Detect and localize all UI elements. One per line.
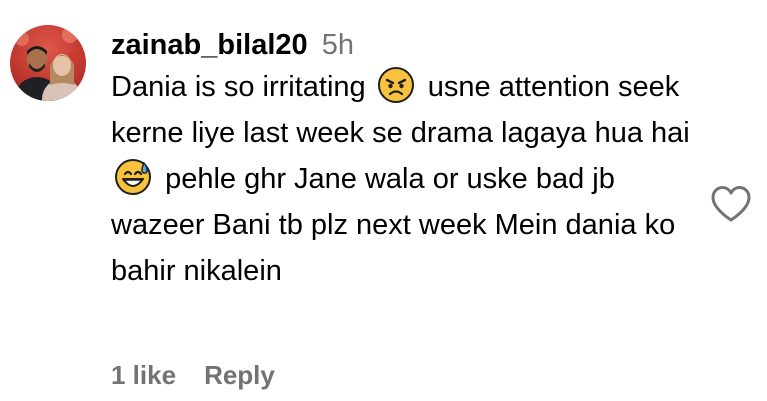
comment-text-part-3: pehle ghr Jane wala or uske bad jb wazee… — [111, 163, 676, 287]
angry-face-emoji-icon — [377, 67, 414, 103]
comment-header: zainab_bilal20 5h — [111, 26, 701, 64]
username-link[interactable]: zainab_bilal20 — [111, 29, 308, 61]
comment-text: Dania is so irritating usne attention se… — [111, 64, 701, 294]
likes-count-link[interactable]: 1 like — [111, 360, 176, 390]
comment-text-part-1: Dania is so irritating — [111, 71, 366, 103]
comment-actions: 1 like Reply — [111, 358, 275, 392]
heart-outline-icon — [711, 186, 751, 222]
comment-body: zainab_bilal20 5h Dania is so irritating… — [111, 26, 701, 294]
avatar[interactable] — [10, 25, 86, 101]
comment-item: zainab_bilal20 5h Dania is so irritating… — [0, 0, 767, 401]
timestamp[interactable]: 5h — [322, 29, 354, 61]
reply-button[interactable]: Reply — [204, 360, 275, 390]
grinning-face-with-sweat-emoji-icon — [115, 159, 151, 195]
like-heart-button[interactable] — [709, 184, 753, 224]
